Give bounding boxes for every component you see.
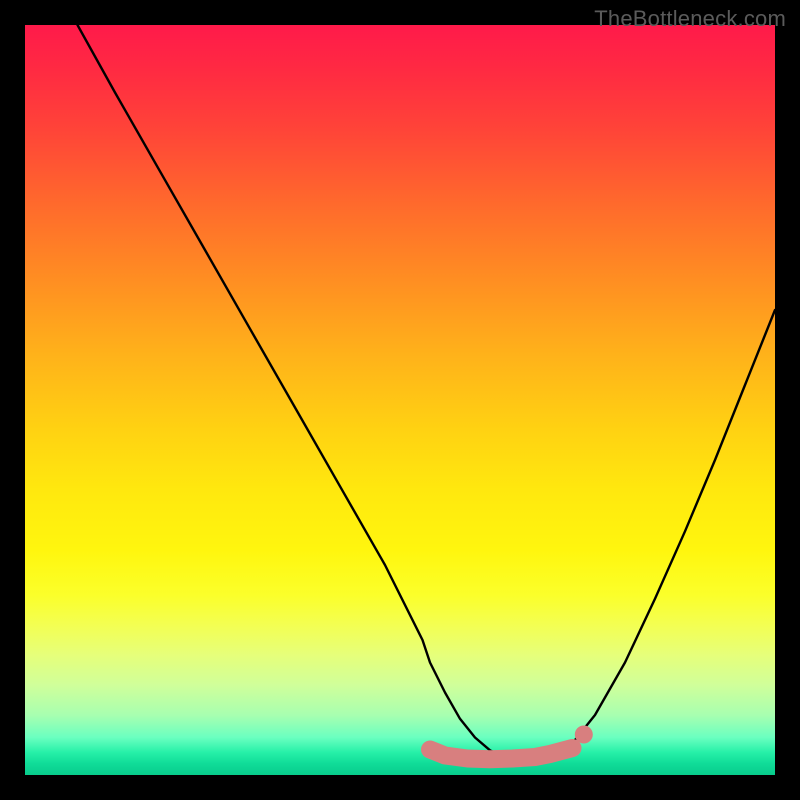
curve-svg	[25, 25, 775, 775]
chart-frame: TheBottleneck.com	[0, 0, 800, 800]
watermark-label: TheBottleneck.com	[594, 6, 786, 32]
flat-segment	[430, 748, 573, 759]
plot-area	[25, 25, 775, 775]
flat-end-dot	[575, 726, 593, 744]
bottleneck-curve	[78, 25, 776, 763]
